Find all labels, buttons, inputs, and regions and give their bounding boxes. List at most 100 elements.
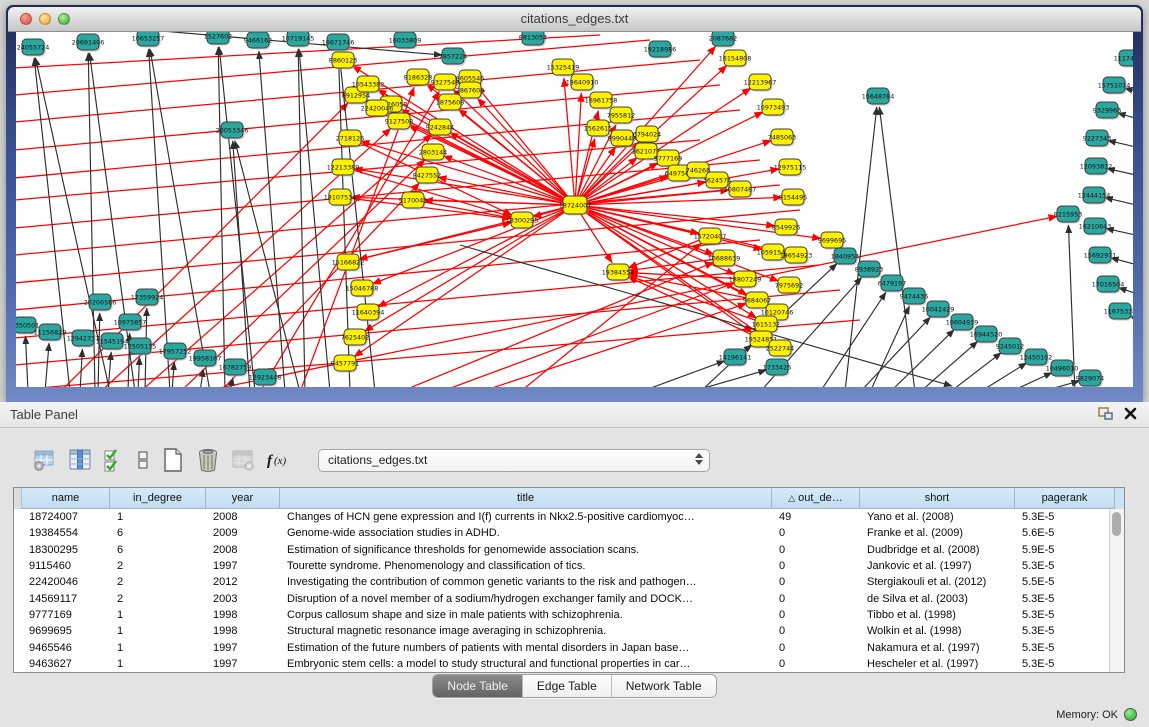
network-node[interactable]: 18640910 xyxy=(566,74,599,92)
network-node[interactable]: 7955812 xyxy=(607,107,635,125)
table-row[interactable]: 969969511998Structural magnetic resonanc… xyxy=(14,623,1124,639)
table-selector-dropdown[interactable]: citations_edges.txt xyxy=(318,449,710,472)
network-node[interactable]: 19958167 xyxy=(189,350,222,368)
table-cell[interactable]: 2008 xyxy=(206,544,280,556)
table-cell[interactable]: 2012 xyxy=(206,576,280,588)
tab-edge-table[interactable]: Edge Table xyxy=(522,675,611,697)
table-cell[interactable]: 5.3E-5 xyxy=(1015,511,1115,523)
table-cell[interactable]: 1 xyxy=(110,642,206,654)
network-node[interactable]: 9829074 xyxy=(1076,370,1104,387)
column-header-year[interactable]: year xyxy=(206,488,280,509)
network-node[interactable]: 16944520 xyxy=(970,326,1003,344)
table-row[interactable]: 1830029562008Estimation of significance … xyxy=(14,542,1124,558)
table-cell[interactable]: 2 xyxy=(110,560,206,572)
network-canvas[interactable]: 1872400715325419186409101696175879558121… xyxy=(16,32,1133,387)
network-node[interactable]: 8938923 xyxy=(855,261,883,279)
network-node[interactable]: 10973493 xyxy=(757,99,790,117)
network-node[interactable]: 16210643 xyxy=(1079,218,1112,236)
table-cell[interactable]: Tibbo et al. (1998) xyxy=(860,609,1015,621)
table-row[interactable]: 1872400712008Changes of HCN gene express… xyxy=(14,509,1124,525)
table-cell[interactable]: 9777169 xyxy=(22,609,110,621)
float-panel-button[interactable] xyxy=(1097,406,1115,424)
table-cell[interactable]: Stergiakouli et al. (2012) xyxy=(860,576,1015,588)
table-cell[interactable]: 1997 xyxy=(206,658,280,670)
network-node[interactable]: 19218986 xyxy=(644,41,677,59)
network-node[interactable]: 9242844 xyxy=(426,119,454,137)
network-node[interactable]: 1875608 xyxy=(436,94,464,112)
network-node[interactable]: 8549926 xyxy=(772,219,800,237)
table-cell[interactable]: Changes of HCN gene expression and I(f) … xyxy=(280,511,772,523)
tab-network-table[interactable]: Network Table xyxy=(611,675,716,697)
network-node[interactable]: 9227343 xyxy=(1083,130,1111,148)
network-node[interactable]: 8186328 xyxy=(404,69,432,87)
table-cell[interactable]: 0 xyxy=(772,544,860,556)
table-cell[interactable]: 49 xyxy=(772,511,860,523)
table-cell[interactable]: 1 xyxy=(110,609,206,621)
table-row[interactable]: 2242004622012Investigating the contribut… xyxy=(14,574,1124,590)
table-cell[interactable]: 5.5E-5 xyxy=(1015,576,1115,588)
table-cell[interactable]: 1997 xyxy=(206,560,280,572)
network-node[interactable]: 9329966 xyxy=(1093,102,1121,120)
table-cell[interactable]: Jankovic et al. (1997) xyxy=(860,560,1015,572)
network-node[interactable]: 11675338 xyxy=(1104,303,1133,321)
table-cell[interactable]: 14569117 xyxy=(22,593,110,605)
network-node[interactable]: 2718126 xyxy=(336,130,364,148)
network-node[interactable]: 8215953 xyxy=(1054,206,1082,224)
table-cell[interactable]: Disruption of a novel member of a sodium… xyxy=(280,593,772,605)
network-node[interactable]: 9466162 xyxy=(244,32,272,50)
table-cell[interactable]: Franke et al. (2009) xyxy=(860,527,1015,539)
table-scrollbar-thumb[interactable] xyxy=(1112,512,1121,536)
table-cell[interactable]: 0 xyxy=(772,576,860,588)
table-cell[interactable]: Dudbridge et al. (2008) xyxy=(860,544,1015,556)
network-node[interactable]: 1733426 xyxy=(763,359,791,377)
table-row[interactable]: 946362711997Embryonic stem cells: a mode… xyxy=(14,656,1124,672)
table-cell[interactable]: 9463627 xyxy=(22,658,110,670)
network-node[interactable]: 11174028 xyxy=(1114,50,1133,68)
table-cell[interactable]: 22420046 xyxy=(22,576,110,588)
network-node[interactable]: 20053346 xyxy=(216,122,249,140)
network-node[interactable]: 10719145 xyxy=(282,32,315,48)
table-scrollbar[interactable] xyxy=(1109,509,1124,672)
network-node[interactable]: 20691406 xyxy=(72,34,105,52)
network-node[interactable]: 17016504 xyxy=(1092,276,1125,294)
table-cell[interactable]: Corpus callosum shape and size in male p… xyxy=(280,609,772,621)
table-cell[interactable]: 0 xyxy=(772,658,860,670)
table-cell[interactable]: 5.3E-5 xyxy=(1015,642,1115,654)
network-node[interactable]: 24055724 xyxy=(17,39,50,57)
network-node[interactable]: 7485063 xyxy=(768,129,796,147)
table-cell[interactable]: Hescheler et al. (1997) xyxy=(860,658,1015,670)
network-node[interactable]: 2087682 xyxy=(709,32,737,48)
function-builder-button[interactable]: f (x) xyxy=(265,446,295,474)
network-node[interactable]: 17957252 xyxy=(159,343,192,361)
table-row[interactable]: 1938455462009Genome-wide association stu… xyxy=(14,525,1124,541)
network-node[interactable]: 12444154 xyxy=(1078,187,1111,205)
network-node[interactable]: 16154808 xyxy=(719,50,752,68)
network-node[interactable]: 1840954 xyxy=(831,248,859,266)
network-node[interactable]: 8813054 xyxy=(519,32,547,47)
column-header-name[interactable]: name xyxy=(22,488,110,509)
show-column-button[interactable] xyxy=(67,446,93,474)
table-cell[interactable]: 5.3E-5 xyxy=(1015,658,1115,670)
network-node[interactable]: 19384554 xyxy=(602,264,635,282)
new-column-button[interactable] xyxy=(160,446,186,474)
table-options-button[interactable] xyxy=(32,446,58,474)
table-cell[interactable]: 1998 xyxy=(206,609,280,621)
table-cell[interactable]: Wolkin et al. (1998) xyxy=(860,625,1015,637)
table-row[interactable]: 911546021997Tourette syndrome. Phenomeno… xyxy=(14,558,1124,574)
network-node[interactable]: 6479197 xyxy=(878,275,906,293)
table-cell[interactable]: 9465546 xyxy=(22,642,110,654)
memory-status-indicator[interactable] xyxy=(1124,708,1137,721)
table-cell[interactable]: 2009 xyxy=(206,527,280,539)
network-node[interactable]: 1527602 xyxy=(204,32,232,46)
network-node[interactable]: 9457791 xyxy=(331,355,359,373)
table-row[interactable]: 977716911998Corpus callosum shape and si… xyxy=(14,607,1124,623)
network-node[interactable]: 12975115 xyxy=(774,159,807,177)
table-cell[interactable]: 1 xyxy=(110,511,206,523)
table-cell[interactable]: 1 xyxy=(110,658,206,670)
table-cell[interactable]: Estimation of significance thresholds fo… xyxy=(280,544,772,556)
table-cell[interactable]: 9699695 xyxy=(22,625,110,637)
column-header-out_de[interactable]: △out_de… xyxy=(772,488,860,509)
network-node[interactable]: 2803144 xyxy=(419,144,447,162)
tab-node-table[interactable]: Node Table xyxy=(433,675,522,697)
network-node[interactable]: 12093832 xyxy=(1080,158,1113,176)
